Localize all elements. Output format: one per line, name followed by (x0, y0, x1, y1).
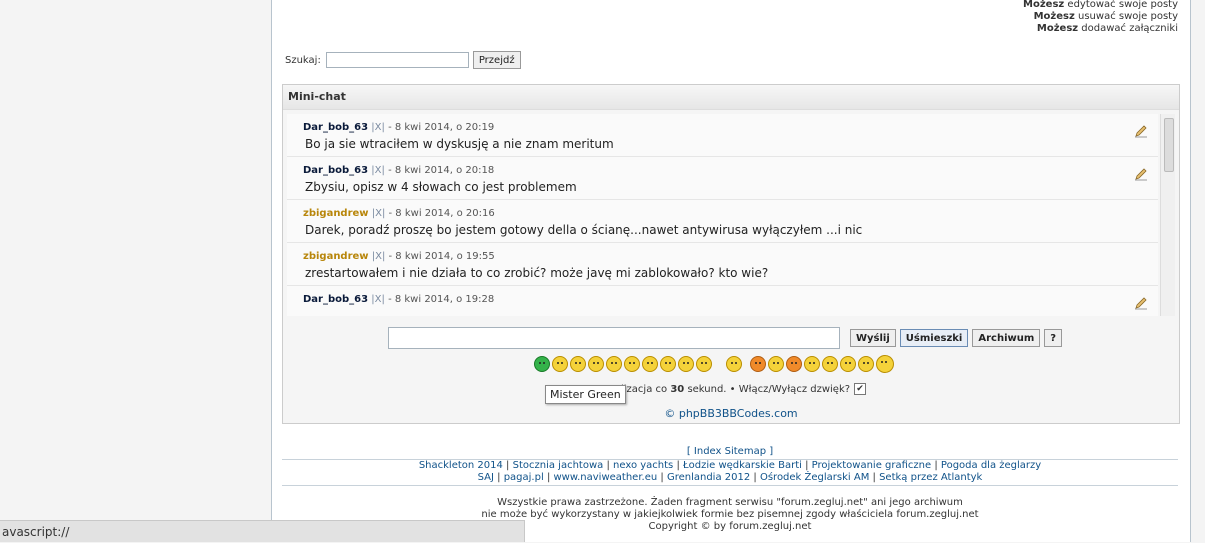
chat-input-row: Wyślij Uśmieszki Archiwum ? (388, 327, 1063, 349)
grin-smiley-icon[interactable] (552, 356, 568, 372)
chat-date: - 8 kwi 2014, o 20:19 (388, 122, 495, 133)
chat-username[interactable]: zbigandrew (303, 208, 369, 219)
rolleyes-smiley-icon[interactable] (822, 356, 838, 372)
smilies-button[interactable]: Uśmieszki (899, 329, 969, 347)
chat-message: Dar_bob_63 |X| - 8 kwi 2014, o 19:28 (287, 286, 1158, 316)
scrollbar-thumb[interactable] (1164, 118, 1174, 172)
archive-button[interactable]: Archiwum (972, 329, 1041, 347)
chat-message-list[interactable]: Dar_bob_63 |X| - 8 kwi 2014, o 20:19 Bo … (287, 114, 1158, 316)
chat-username[interactable]: Dar_bob_63 (303, 122, 368, 133)
permission-line: Możesz usuwać swoje posty (1033, 11, 1178, 22)
angry-smiley-icon[interactable] (750, 356, 766, 372)
delete-link[interactable]: |X| (372, 208, 386, 219)
delete-link[interactable]: |X| (371, 294, 385, 305)
tongue-smiley-icon[interactable] (678, 356, 694, 372)
footer-link[interactable]: Łodzie wędkarskie Barti (683, 460, 802, 471)
happy-smiley-icon[interactable] (876, 355, 894, 373)
delete-link[interactable]: |X| (371, 122, 385, 133)
chat-date: - 8 kwi 2014, o 20:16 (388, 208, 495, 219)
delete-link[interactable]: |X| (371, 165, 385, 176)
mini-chat-title: Mini-chat (283, 85, 1179, 110)
mister-green-smiley-icon[interactable] (534, 356, 550, 372)
sad-smiley-icon[interactable] (588, 356, 604, 372)
chat-date: - 8 kwi 2014, o 19:28 (388, 294, 495, 305)
footer-link[interactable]: Ośrodek Żeglarski AM (760, 472, 869, 483)
footer-link[interactable]: www.naviweather.eu (554, 472, 658, 483)
cool-smiley-icon[interactable] (642, 356, 658, 372)
sound-toggle-checkbox[interactable]: ✔ (854, 383, 867, 395)
footer-link[interactable]: nexo yachts (613, 460, 673, 471)
smiley-tooltip: Mister Green (545, 385, 626, 404)
mini-chat-panel: Mini-chat Dar_bob_63 |X| - 8 kwi 2014, o… (282, 84, 1180, 424)
help-button[interactable]: ? (1044, 329, 1063, 347)
chat-text: Bo ja sie wtraciłem w dyskusję a nie zna… (305, 137, 614, 151)
footer-link[interactable]: Setką przez Atlantyk (879, 472, 982, 483)
chat-message: zbigandrew |X| - 8 kwi 2014, o 19:55 zre… (287, 243, 1158, 286)
search-input[interactable] (325, 52, 469, 68)
search-label: Szukaj: (285, 54, 321, 66)
chat-date: - 8 kwi 2014, o 20:18 (388, 165, 495, 176)
chat-username[interactable]: Dar_bob_63 (303, 165, 368, 176)
footer-link[interactable]: pagaj.pl (504, 472, 544, 483)
footer-links: [ Index Sitemap ] Shackleton 2014 | Stoc… (282, 446, 1178, 484)
permission-line: Możesz dodawać załączniki (1036, 23, 1178, 34)
browser-status-bar: avascript:// (0, 520, 525, 542)
chat-credit-link[interactable]: © phpBB3BBCodes.com (283, 407, 1179, 420)
footer-links-row-1: Shackleton 2014 | Stocznia jachtowa | ne… (418, 460, 1042, 471)
footer-link[interactable]: Pogoda dla żeglarzy (941, 460, 1041, 471)
chat-username[interactable]: zbigandrew (303, 251, 369, 262)
main-content: Możesz edytować swoje posty Możesz usuwa… (271, 0, 1191, 542)
delete-link[interactable]: |X| (372, 251, 386, 262)
chat-text: Darek, poradź proszę bo jestem gotowy de… (305, 223, 863, 237)
footer-divider (282, 485, 1178, 486)
surprised-smiley-icon[interactable] (606, 356, 622, 372)
footer-link[interactable]: Grenlandia 2012 (667, 472, 750, 483)
shock-smiley-icon[interactable] (768, 356, 784, 372)
sunglasses-smiley-icon[interactable] (726, 356, 742, 372)
footer-links-row-2: SAJ | pagaj.pl | www.naviweather.eu | Gr… (477, 472, 983, 483)
chat-message: Dar_bob_63 |X| - 8 kwi 2014, o 20:19 Bo … (287, 114, 1158, 157)
permissions-list: Możesz edytować swoje posty Możesz usuwa… (1023, 0, 1178, 35)
footer-link[interactable]: Projektowanie graficzne (812, 460, 932, 471)
confused-smiley-icon[interactable] (624, 356, 640, 372)
evil-smiley-icon[interactable] (786, 356, 802, 372)
refresh-info: lizacja co 30 sekund. • Włącz/Wyłącz dzw… (621, 383, 867, 395)
twisted-smiley-icon[interactable] (804, 356, 820, 372)
chat-message: zbigandrew |X| - 8 kwi 2014, o 20:16 Dar… (287, 200, 1158, 243)
smilies-bar (534, 355, 894, 373)
send-button[interactable]: Wyślij (850, 329, 896, 347)
footer-link[interactable]: Stocznia jachtowa (513, 460, 604, 471)
chat-username[interactable]: Dar_bob_63 (303, 294, 368, 305)
edit-pencil-icon[interactable] (1134, 296, 1148, 310)
search-form: Szukaj: Przejdź (285, 51, 521, 69)
laugh-smiley-icon[interactable] (660, 356, 676, 372)
search-submit-button[interactable]: Przejdź (472, 51, 521, 69)
chat-scrollbar[interactable] (1160, 114, 1175, 316)
permission-line: Możesz edytować swoje posty (1023, 0, 1178, 10)
chat-message-input[interactable] (388, 327, 840, 349)
edit-pencil-icon[interactable] (1134, 124, 1148, 138)
chat-text: zrestartowałem i nie działa to co zrobić… (305, 266, 769, 280)
wink-smiley-icon[interactable] (840, 356, 856, 372)
chat-text: Zbysiu, opisz w 4 słowach co jest proble… (305, 180, 577, 194)
sick-smiley-icon[interactable] (696, 356, 712, 372)
blush-smiley-icon[interactable] (858, 356, 874, 372)
footer-link[interactable]: SAJ (478, 472, 494, 483)
chat-message: Dar_bob_63 |X| - 8 kwi 2014, o 20:18 Zby… (287, 157, 1158, 200)
footer-link[interactable]: Shackleton 2014 (419, 460, 503, 471)
edit-pencil-icon[interactable] (1134, 167, 1148, 181)
chat-date: - 8 kwi 2014, o 19:55 (388, 251, 495, 262)
refresh-seconds: 30 (670, 383, 685, 395)
index-sitemap-link[interactable]: [ Index Sitemap ] (282, 446, 1178, 458)
smile-smiley-icon[interactable] (570, 356, 586, 372)
